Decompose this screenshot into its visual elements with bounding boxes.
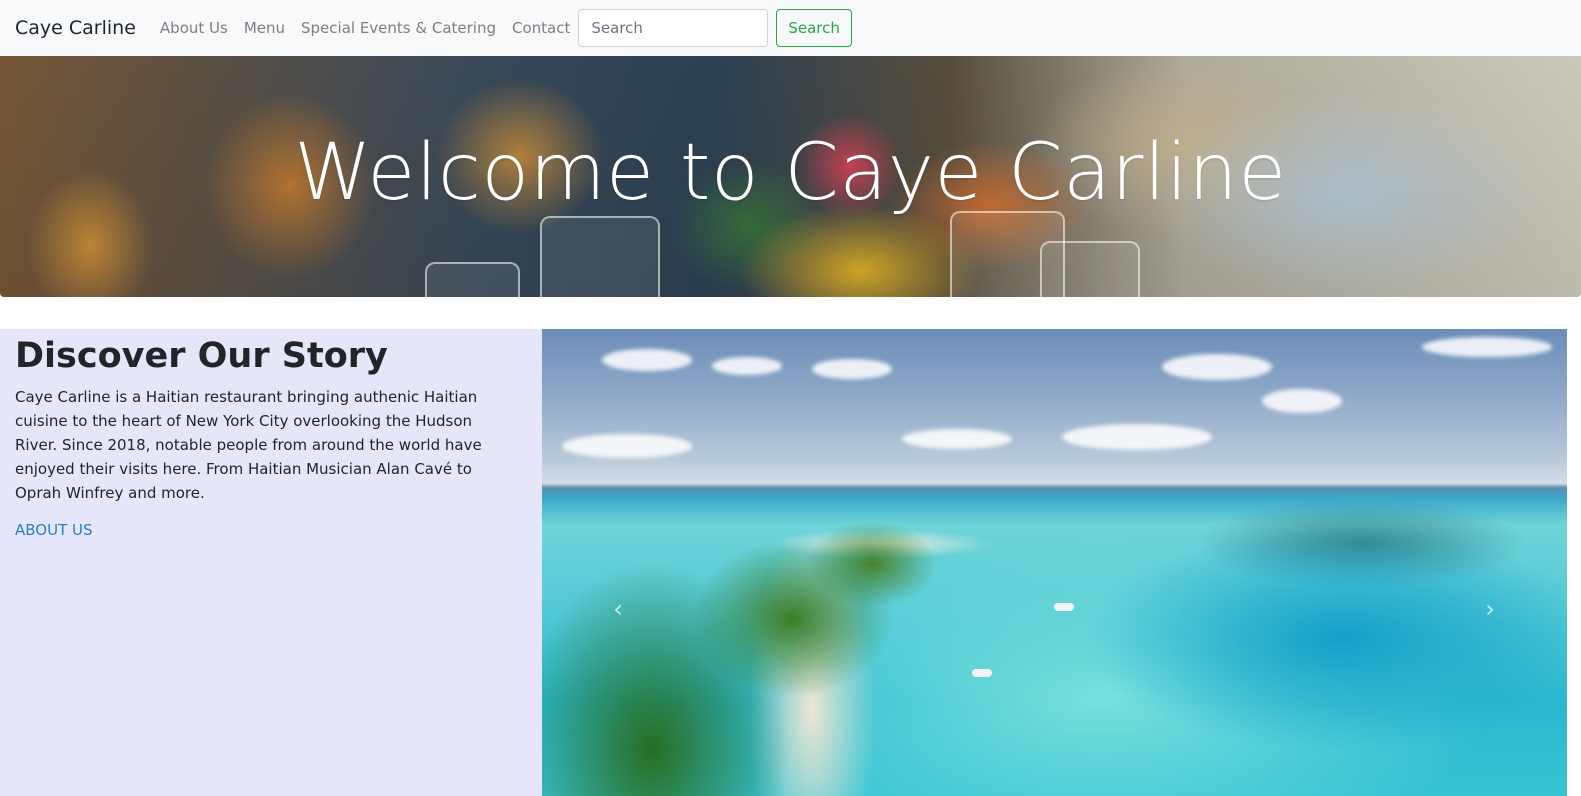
cloud-shape: [1262, 389, 1342, 413]
brand-logo-link[interactable]: Caye Carline: [15, 17, 136, 39]
wine-glass-image: [425, 262, 520, 297]
story-title: Discover Our Story: [15, 336, 388, 376]
hero-title: Welcome to Caye Carline: [294, 128, 1287, 218]
cloud-shape: [902, 429, 1012, 449]
chevron-left-icon: ‹: [613, 595, 623, 623]
nav-link-contact[interactable]: Contact: [512, 19, 570, 37]
boat-image: [972, 669, 992, 677]
chevron-right-icon: ›: [1485, 595, 1495, 623]
cloud-shape: [562, 434, 692, 458]
cloud-shape: [602, 349, 692, 371]
hero-banner: Welcome to Caye Carline: [0, 56, 1581, 297]
nav-link-special-events-catering[interactable]: Special Events & Catering: [301, 19, 496, 37]
nav-link-menu[interactable]: Menu: [244, 19, 285, 37]
image-carousel: ‹ ›: [542, 329, 1567, 796]
nav-link-about-us[interactable]: About Us: [160, 19, 228, 37]
story-text: Caye Carline is a Haitian restaurant bri…: [15, 388, 482, 502]
story-section: Discover Our Story Caye Carline is a Hai…: [0, 329, 542, 796]
cloud-shape: [1162, 354, 1272, 380]
cloud-shape: [812, 359, 892, 379]
cloud-shape: [712, 357, 782, 375]
search-button[interactable]: Search: [776, 9, 852, 47]
search-input[interactable]: [578, 9, 769, 47]
navbar: Caye Carline About Us Menu Special Event…: [0, 0, 1581, 56]
carousel-next-button[interactable]: ›: [1480, 597, 1500, 621]
wine-glass-image: [1040, 241, 1140, 297]
cloud-shape: [1422, 337, 1552, 357]
wine-glass-image: [540, 216, 660, 297]
carousel-prev-button[interactable]: ‹: [608, 597, 628, 621]
about-us-link[interactable]: ABOUT US: [15, 521, 93, 539]
boat-image: [1054, 603, 1074, 611]
cloud-shape: [1062, 424, 1212, 450]
